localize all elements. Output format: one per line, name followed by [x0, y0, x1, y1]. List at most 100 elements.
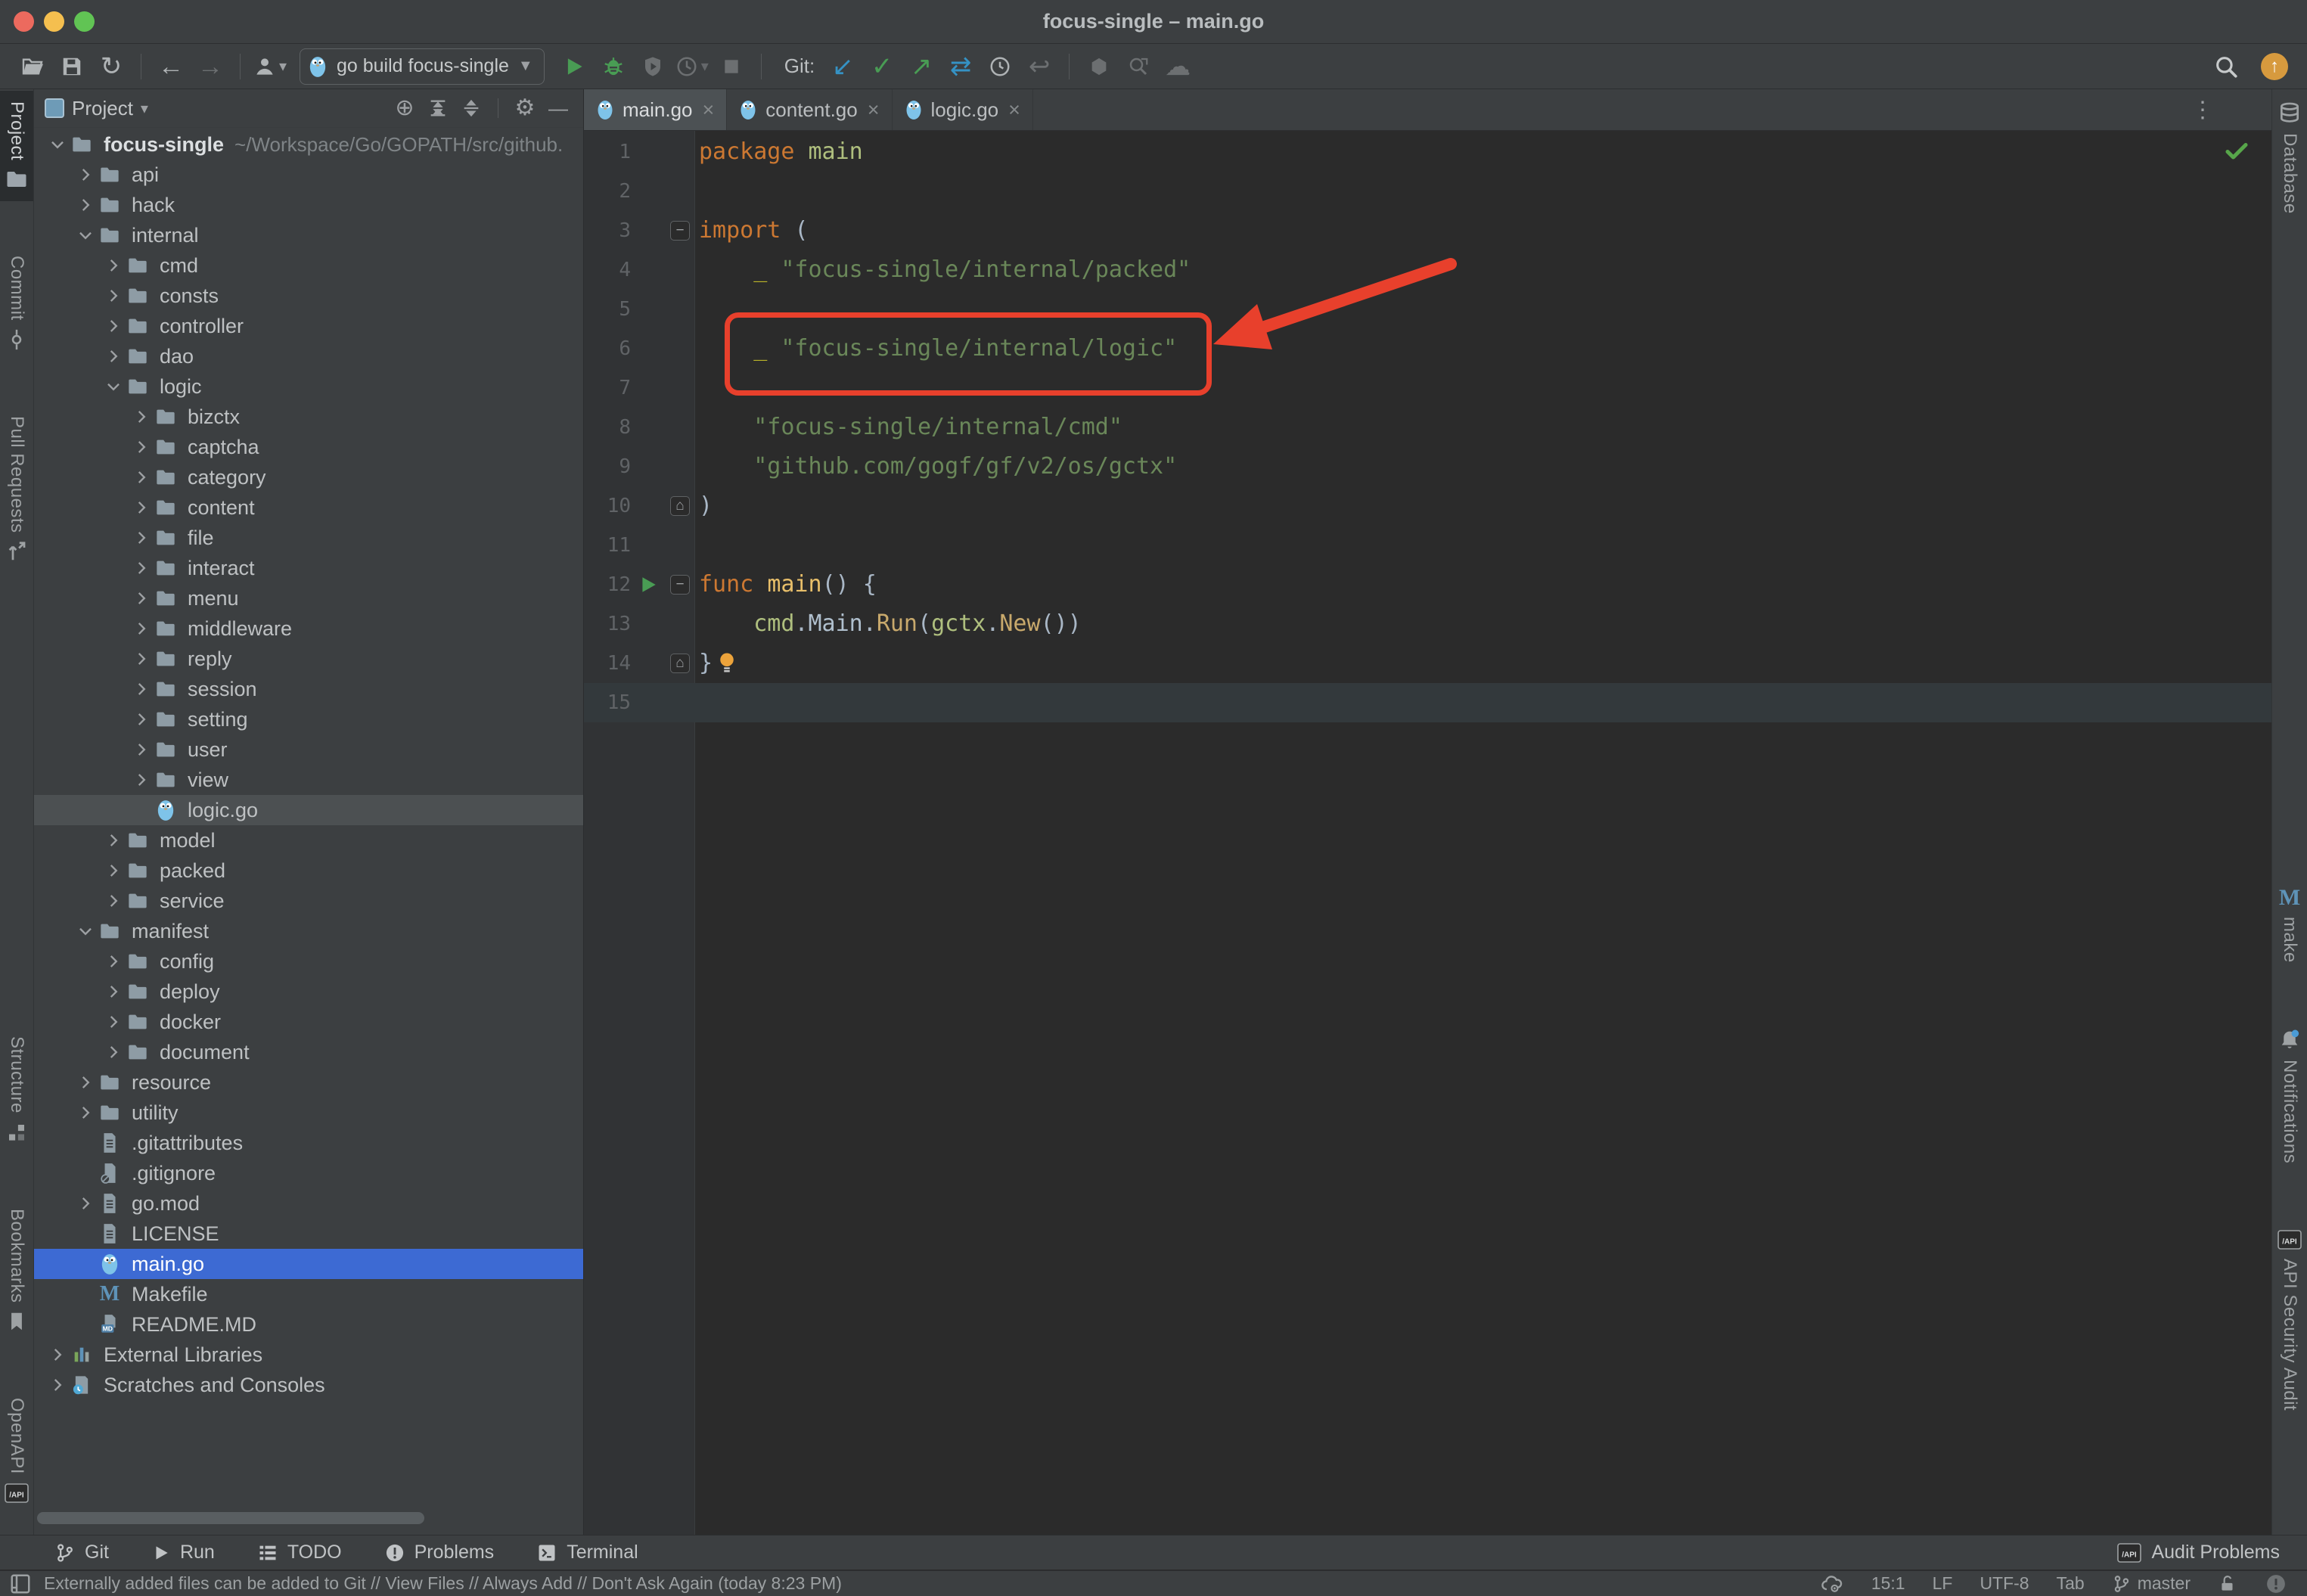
close-window-button[interactable]	[14, 11, 34, 32]
chevron-right-icon[interactable]	[102, 1011, 125, 1033]
background-tasks-icon[interactable]	[2265, 1573, 2287, 1595]
tool-window-button-pull-requests[interactable]: Pull Requests	[0, 405, 33, 574]
tree-item-gitignore[interactable]: .gitignore	[34, 1158, 583, 1188]
git-commit-button[interactable]: ✓	[865, 49, 899, 84]
window-layout-icon[interactable]	[9, 1573, 32, 1595]
git-branch[interactable]: master	[2112, 1573, 2191, 1594]
tool-window-button-terminal[interactable]: Terminal	[536, 1542, 638, 1563]
save-all-icon[interactable]	[54, 49, 89, 84]
tool-window-button-api-security-audit[interactable]: /APIAPI Security Audit	[2272, 1218, 2307, 1421]
chevron-right-icon[interactable]	[130, 436, 153, 458]
fold-open-icon[interactable]: −	[670, 575, 690, 595]
tree-item-config[interactable]: config	[34, 946, 583, 977]
chevron-right-icon[interactable]	[130, 708, 153, 731]
chevron-right-icon[interactable]	[102, 1041, 125, 1063]
fold-open-icon[interactable]: −	[670, 221, 690, 241]
tree-item-deploy[interactable]: deploy	[34, 977, 583, 1007]
tree-item-logic[interactable]: logic	[34, 371, 583, 402]
chevron-right-icon[interactable]	[130, 678, 153, 700]
tree-item-captcha[interactable]: captcha	[34, 432, 583, 462]
tree-item-logic-go[interactable]: logic.go	[34, 795, 583, 825]
tree-item-cmd[interactable]: cmd	[34, 250, 583, 281]
tree-item-utility[interactable]: utility	[34, 1098, 583, 1128]
tree-item-focus-single[interactable]: focus-single~/Workspace/Go/GOPATH/src/gi…	[34, 129, 583, 160]
chevron-right-icon[interactable]	[102, 980, 125, 1003]
tree-item-interact[interactable]: interact	[34, 553, 583, 583]
maximize-window-button[interactable]	[74, 11, 95, 32]
tree-item-file[interactable]: file	[34, 523, 583, 553]
rollback-button[interactable]: ↩	[1022, 49, 1057, 84]
tree-item-readme-md[interactable]: MDREADME.MD	[34, 1309, 583, 1340]
tool-window-button-run[interactable]: Run	[151, 1542, 215, 1563]
code-line-4[interactable]: 4 _ "focus-single/internal/packed"	[584, 250, 2271, 290]
hide-panel-button[interactable]: —	[544, 94, 573, 123]
code-line-6[interactable]: 6 _ "focus-single/internal/logic"	[584, 329, 2271, 368]
code-line-15[interactable]: 15	[584, 683, 2271, 722]
tree-item-go-mod[interactable]: go.mod	[34, 1188, 583, 1219]
chevron-right-icon[interactable]	[130, 738, 153, 761]
tree-item-user[interactable]: user	[34, 734, 583, 765]
tree-item-resource[interactable]: resource	[34, 1067, 583, 1098]
chevron-right-icon[interactable]	[74, 1192, 97, 1215]
collapse-all-button[interactable]	[457, 94, 486, 123]
tool-window-button-bookmarks[interactable]: Bookmarks	[0, 1198, 33, 1344]
tab-options-icon[interactable]: ⋮	[2191, 89, 2214, 130]
audit-problems-button[interactable]: /API Audit Problems	[2116, 1542, 2280, 1564]
tree-item-controller[interactable]: controller	[34, 311, 583, 341]
chevron-right-icon[interactable]	[130, 587, 153, 610]
code-line-8[interactable]: 8 "focus-single/internal/cmd"	[584, 408, 2271, 447]
minimize-window-button[interactable]	[44, 11, 64, 32]
close-icon[interactable]: ×	[1008, 98, 1020, 122]
find-usages-button[interactable]	[1121, 49, 1156, 84]
lock-icon[interactable]	[2218, 1574, 2237, 1594]
chevron-right-icon[interactable]	[46, 1374, 69, 1396]
chevron-right-icon[interactable]	[130, 617, 153, 640]
tree-item-reply[interactable]: reply	[34, 644, 583, 674]
chevron-right-icon[interactable]	[130, 769, 153, 791]
editor-tab-main-go[interactable]: main.go×	[584, 89, 727, 130]
cloud-sync-icon[interactable]	[1820, 1573, 1844, 1594]
expand-all-button[interactable]	[424, 94, 452, 123]
tool-window-button-notifications[interactable]: Notifications	[2272, 1017, 2307, 1174]
chevron-right-icon[interactable]	[74, 194, 97, 216]
tree-item-packed[interactable]: packed	[34, 855, 583, 886]
tree-item-external-libraries[interactable]: External Libraries	[34, 1340, 583, 1370]
chevron-right-icon[interactable]	[130, 647, 153, 670]
profile-switcher-icon[interactable]: ▾	[253, 49, 287, 84]
tree-item-session[interactable]: session	[34, 674, 583, 704]
tool-window-button-make[interactable]: Mmake	[2272, 876, 2307, 973]
tool-window-button-project[interactable]: Project	[0, 91, 33, 201]
project-view-selector[interactable]: Project	[72, 97, 133, 120]
tree-item-hack[interactable]: hack	[34, 190, 583, 220]
settings-icon[interactable]: ⚙	[511, 94, 539, 123]
stop-button[interactable]	[714, 49, 749, 84]
code-line-2[interactable]: 2	[584, 172, 2271, 211]
chevron-right-icon[interactable]	[130, 466, 153, 489]
tree-item-license[interactable]: LICENSE	[34, 1219, 583, 1249]
tree-item-internal[interactable]: internal	[34, 220, 583, 250]
close-icon[interactable]: ×	[703, 98, 715, 122]
chevron-right-icon[interactable]	[102, 315, 125, 337]
inspection-ok-icon[interactable]	[2223, 137, 2250, 168]
chevron-right-icon[interactable]	[74, 1071, 97, 1094]
tool-window-button-structure[interactable]: Structure	[0, 1026, 33, 1154]
code-line-9[interactable]: 9 "github.com/gogf/gf/v2/os/gctx"	[584, 447, 2271, 486]
chevron-down-icon[interactable]	[74, 920, 97, 942]
code-line-13[interactable]: 13 cmd.Main.Run(gctx.New())	[584, 604, 2271, 644]
locate-button[interactable]: ⊕	[390, 94, 419, 123]
editor-tab-logic-go[interactable]: logic.go×	[893, 89, 1033, 130]
shelve-button[interactable]	[1082, 49, 1116, 84]
fold-close-icon[interactable]: ⌂	[670, 496, 690, 516]
open-project-icon[interactable]	[15, 49, 50, 84]
profiler-button[interactable]: ▾	[675, 49, 709, 84]
chevron-right-icon[interactable]	[74, 1101, 97, 1124]
tool-window-button-database[interactable]: Database	[2272, 91, 2307, 225]
chevron-right-icon[interactable]	[102, 345, 125, 368]
chevron-right-icon[interactable]	[130, 557, 153, 579]
tree-item-manifest[interactable]: manifest	[34, 916, 583, 946]
caret-position[interactable]: 15:1	[1871, 1573, 1905, 1594]
tool-window-button-todo[interactable]: TODO	[257, 1542, 342, 1563]
tree-item-middleware[interactable]: middleware	[34, 613, 583, 644]
status-message[interactable]: Externally added files can be added to G…	[44, 1573, 842, 1594]
file-encoding[interactable]: UTF-8	[1979, 1573, 2029, 1594]
